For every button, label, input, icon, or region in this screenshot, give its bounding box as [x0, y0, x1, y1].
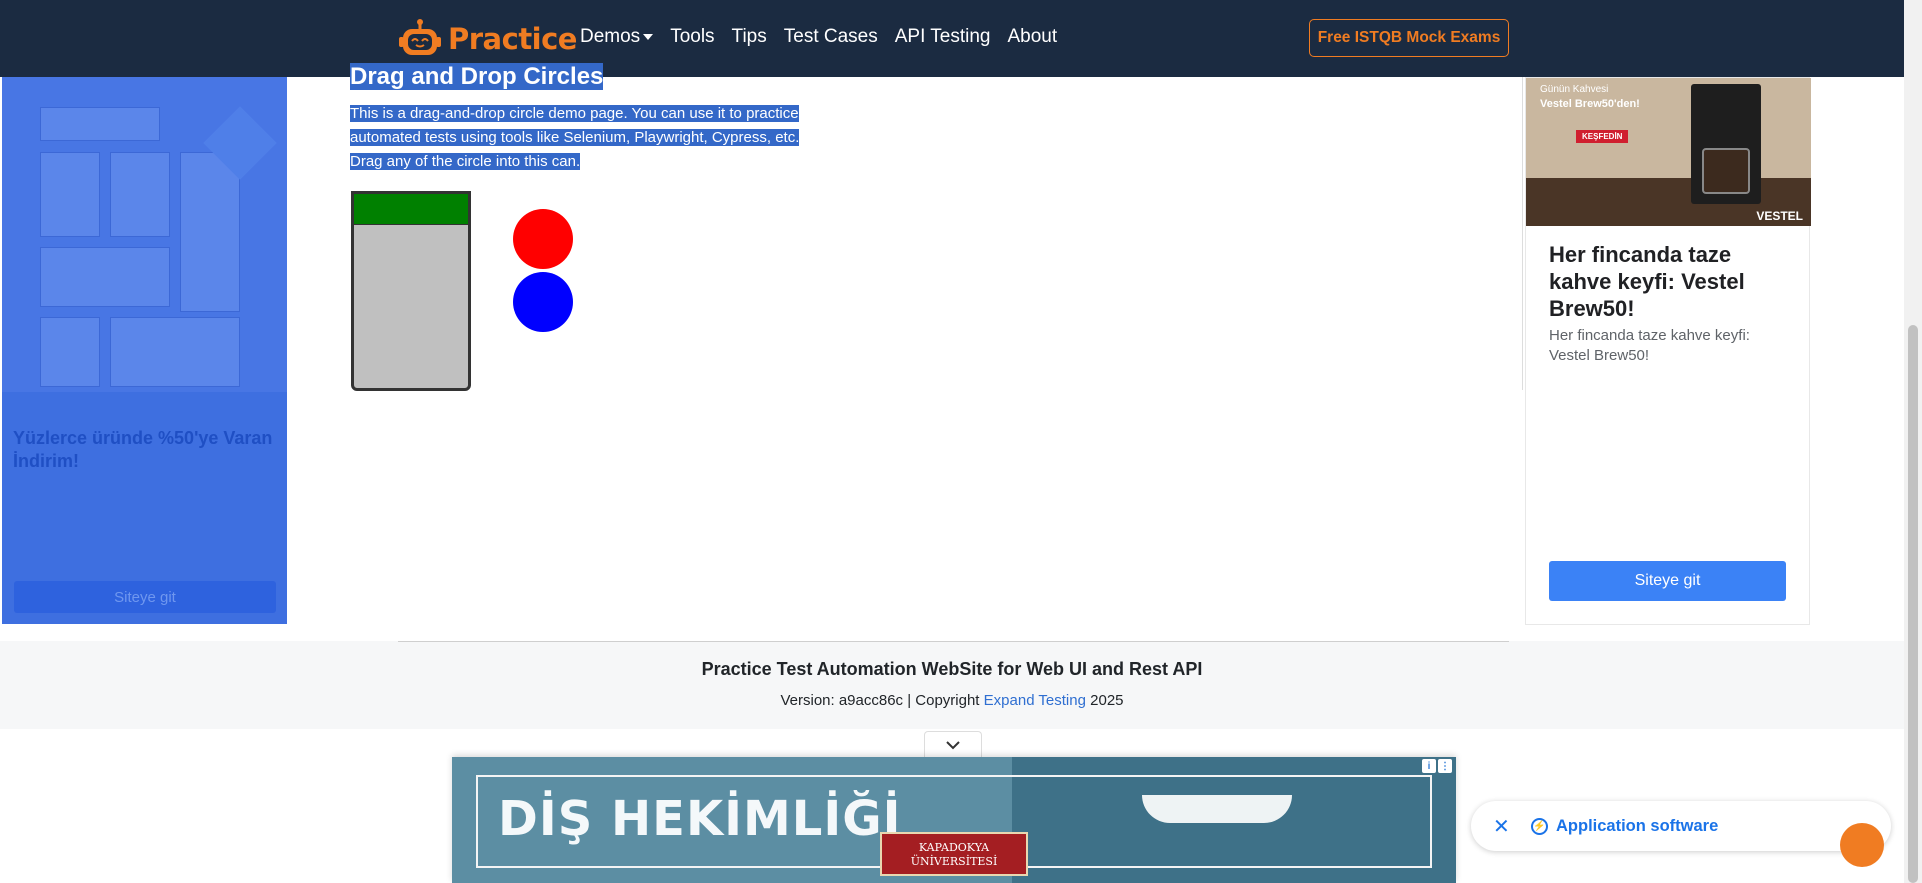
- nav-link-tools[interactable]: Tools: [670, 26, 714, 48]
- bottom-ad-banner[interactable]: DİŞ HEKİMLİĞİ KAPADOKYA ÜNİVERSİTESİ i ⋮: [452, 757, 1456, 883]
- right-ad-description: Her fincanda taze kahve keyfi: Vestel Br…: [1549, 327, 1750, 364]
- can-lid: [354, 194, 468, 225]
- brand-name: Practice: [448, 22, 577, 56]
- left-ad-cta-button[interactable]: Siteye git: [14, 581, 276, 613]
- top-navbar: Practice Demos Tools Tips Test Cases API…: [0, 0, 1904, 77]
- robot-logo-icon: [399, 19, 441, 55]
- university-logo-subtitle: ÜNİVERSİTESİ: [910, 855, 998, 868]
- chip-label: Application software: [1556, 816, 1719, 835]
- page-footer: [0, 641, 1904, 729]
- draggable-circle-red[interactable]: [513, 209, 573, 269]
- floating-action-button[interactable]: [1840, 823, 1884, 867]
- ad-product-image: [2, 77, 287, 392]
- right-ad-cta-button[interactable]: Siteye git: [1549, 561, 1786, 601]
- nav-link-test-cases[interactable]: Test Cases: [784, 26, 878, 48]
- footer-expand-testing-link[interactable]: Expand Testing: [984, 692, 1086, 709]
- banner-headline: DİŞ HEKİMLİĞİ: [498, 791, 902, 847]
- right-ad-headline[interactable]: Her fincanda taze kahve keyfi: Vestel Br…: [1549, 241, 1789, 322]
- nav-link-about[interactable]: About: [1008, 26, 1058, 48]
- nav-link-tips[interactable]: Tips: [732, 26, 767, 48]
- draggable-circle-blue[interactable]: [513, 272, 573, 332]
- ad-menu-icon[interactable]: ⋮: [1438, 759, 1452, 773]
- footer-title: Practice Test Automation WebSite for Web…: [701, 659, 1203, 679]
- lightning-icon: ⚡: [1531, 817, 1548, 835]
- footer-copyright: Version: a9acc86c | Copyright Expand Tes…: [0, 692, 1904, 709]
- footer-divider: [398, 641, 1509, 642]
- ad-image-cta: KEŞFEDİN: [1576, 130, 1629, 143]
- ad-coffee-image: Günün Kahvesi Vestel Brew50'den! KEŞFEDİ…: [1526, 78, 1811, 226]
- content-divider: [1522, 77, 1523, 390]
- nav-link-api-testing[interactable]: API Testing: [895, 26, 991, 48]
- ad-image-caption: Günün Kahvesi: [1540, 84, 1609, 95]
- ad-info-icon[interactable]: i: [1422, 759, 1436, 773]
- application-software-chip[interactable]: ✕ ⚡ Application software: [1471, 801, 1891, 851]
- nav-link-demos-label: Demos: [580, 26, 641, 47]
- drop-target-can[interactable]: [351, 191, 471, 391]
- left-ad-banner[interactable]: Yüzlerce üründe %50'ye Varan İndirim! Si…: [2, 77, 287, 624]
- close-icon[interactable]: ✕: [1493, 814, 1511, 839]
- chevron-down-icon: [946, 741, 960, 750]
- ad-image-title: Vestel Brew50'den!: [1540, 98, 1640, 110]
- istqb-mock-exams-button[interactable]: Free ISTQB Mock Exams: [1309, 19, 1509, 57]
- footer-year: 2025: [1090, 692, 1124, 709]
- ad-image-brand: VESTEL: [1756, 209, 1803, 223]
- caret-down-icon: [643, 33, 654, 40]
- page-intro: This is a drag-and-drop circle demo page…: [350, 102, 830, 174]
- page-scrollbar[interactable]: [1904, 0, 1922, 883]
- nav-menu: Demos Tools Tips Test Cases API Testing …: [580, 26, 1057, 48]
- ad-choices: i ⋮: [1422, 759, 1452, 773]
- brand-logo-link[interactable]: Practice: [398, 14, 577, 64]
- left-ad-headline: Yüzlerce üründe %50'ye Varan İndirim!: [13, 428, 273, 471]
- university-logo: KAPADOKYA ÜNİVERSİTESİ: [880, 832, 1028, 876]
- right-ad-banner[interactable]: Günün Kahvesi Vestel Brew50'den! KEŞFEDİ…: [1525, 77, 1811, 625]
- footer-version: Version: a9acc86c | Copyright: [780, 692, 980, 709]
- intro-text: This is a drag-and-drop circle demo page…: [350, 105, 800, 170]
- main-content: Drag and Drop Circles This is a drag-and…: [350, 62, 850, 174]
- nav-link-demos[interactable]: Demos: [580, 26, 654, 48]
- banner-collapse-toggle[interactable]: [924, 731, 982, 758]
- university-logo-name: KAPADOKYA: [918, 841, 990, 854]
- scrollbar-thumb[interactable]: [1908, 325, 1918, 883]
- page-title: Drag and Drop Circles: [350, 63, 604, 90]
